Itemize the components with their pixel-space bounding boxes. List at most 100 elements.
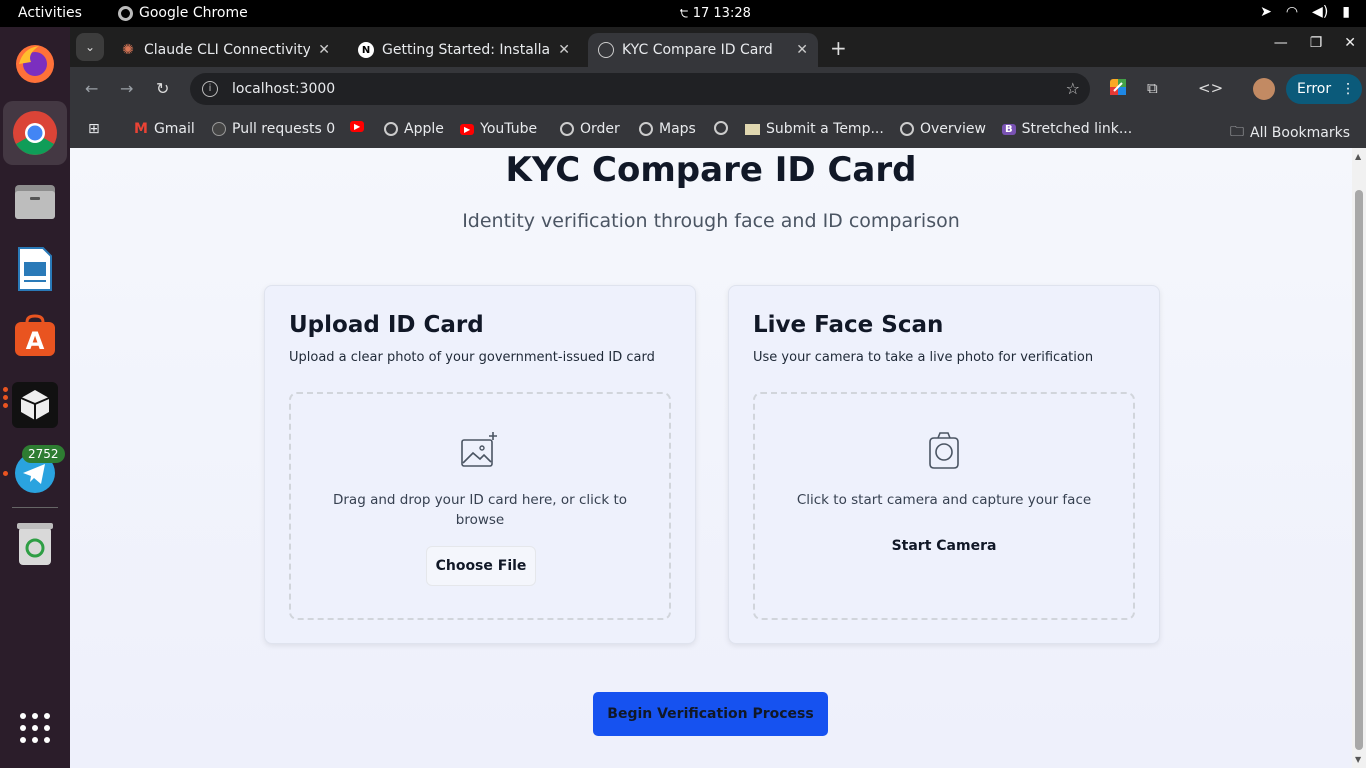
bookmark-globe[interactable]: [714, 121, 734, 135]
tab-search-button[interactable]: ⌄: [76, 33, 104, 61]
reload-icon[interactable]: ↻: [156, 79, 169, 98]
clock[interactable]: ੮ 17 13:28: [680, 6, 751, 21]
globe-icon: [560, 122, 574, 136]
running-indicator: [3, 471, 8, 476]
bookmark-star-icon[interactable]: ☆: [1066, 79, 1080, 98]
bootstrap-icon: B: [1002, 123, 1016, 135]
nextjs-icon: N: [358, 42, 374, 58]
begin-verification-button[interactable]: Begin Verification Process: [593, 692, 828, 736]
trash-icon[interactable]: [11, 520, 59, 568]
battery-icon[interactable]: ▮: [1342, 4, 1350, 20]
app-center-icon[interactable]: A: [11, 312, 59, 360]
error-label: Error: [1297, 81, 1332, 97]
folder-icon: 🗀: [1230, 124, 1244, 140]
claude-icon: ✺: [122, 42, 134, 58]
close-tab-icon[interactable]: ✕: [318, 42, 330, 58]
telegram-unread-badge: 2752: [22, 445, 65, 463]
site-info-icon[interactable]: i: [202, 81, 218, 97]
scroll-down-icon[interactable]: ▼: [1355, 755, 1361, 764]
extensions-icon[interactable]: ⧉: [1147, 79, 1158, 97]
upload-card-heading: Upload ID Card: [289, 312, 484, 338]
bookmark-order[interactable]: Order: [560, 121, 620, 137]
id-card-dropzone[interactable]: Drag and drop your ID card here, or clic…: [289, 392, 671, 620]
youtube-icon: ▶: [350, 121, 365, 132]
tab-claude-cli[interactable]: ✺ Claude CLI Connectivity ✕: [110, 33, 340, 67]
image-add-icon: [461, 432, 497, 467]
system-top-bar: Activities Google Chrome ੮ 17 13:28 ➤ ◠ …: [0, 0, 1366, 27]
active-app-menu[interactable]: Google Chrome: [118, 5, 248, 21]
new-tab-icon[interactable]: +: [830, 36, 847, 60]
chrome-icon[interactable]: [3, 101, 67, 165]
minimize-icon[interactable]: —: [1274, 35, 1288, 51]
running-indicator: [3, 395, 8, 400]
bookmarks-bar: ⊞ M Gmail Pull requests 0 ▶ Apple ▶ YouT…: [70, 111, 1366, 148]
scrollbar-thumb[interactable]: [1355, 190, 1363, 750]
writer-icon[interactable]: [11, 245, 59, 293]
bookmark-pull-requests[interactable]: Pull requests 0: [212, 121, 335, 137]
scroll-up-icon[interactable]: ▲: [1355, 152, 1361, 161]
url-text: localhost:3000: [232, 81, 336, 97]
profile-avatar[interactable]: [1253, 78, 1275, 100]
face-card-heading: Live Face Scan: [753, 312, 944, 338]
window-controls: — ❐ ✕: [1274, 35, 1356, 51]
browser-window: ⌄ ✺ Claude CLI Connectivity ✕ N Getting …: [70, 27, 1366, 148]
camera-icon: [929, 432, 959, 469]
forward-icon[interactable]: →: [120, 79, 133, 98]
tab-title: KYC Compare ID Card: [622, 42, 773, 58]
kebab-menu-icon: ⋮: [1341, 81, 1356, 97]
page-scrollbar[interactable]: ▲ ▼: [1352, 148, 1366, 768]
page-content: KYC Compare ID Card Identity verificatio…: [70, 148, 1352, 768]
globe-icon: [900, 122, 914, 136]
maximize-icon[interactable]: ❐: [1310, 35, 1323, 51]
bookmark-youtube-1[interactable]: ▶: [350, 121, 370, 132]
bookmark-maps[interactable]: Maps: [639, 121, 696, 137]
error-button[interactable]: Error ⋮: [1286, 74, 1362, 104]
browser-toolbar: ← → ↻ i localhost:3000 ☆ ⧉ <> Error ⋮: [70, 67, 1366, 111]
bookmark-overview[interactable]: Overview: [900, 121, 986, 137]
start-camera-button[interactable]: Start Camera: [892, 538, 997, 554]
bookmark-youtube[interactable]: ▶ YouTube: [460, 121, 537, 137]
firefox-icon[interactable]: [11, 40, 59, 88]
address-bar[interactable]: i localhost:3000 ☆: [190, 73, 1090, 105]
globe-icon: [714, 121, 728, 135]
wifi-icon[interactable]: ◠: [1286, 4, 1298, 20]
tab-kyc-compare[interactable]: KYC Compare ID Card ✕: [588, 33, 818, 67]
close-window-icon[interactable]: ✕: [1344, 35, 1356, 51]
activities-button[interactable]: Activities: [18, 5, 82, 21]
close-tab-icon[interactable]: ✕: [796, 42, 808, 58]
bookmark-stretched-link[interactable]: B Stretched link...: [1002, 121, 1132, 137]
tab-getting-started[interactable]: N Getting Started: Installat ✕: [348, 33, 580, 67]
back-icon[interactable]: ←: [85, 79, 98, 98]
color-picker-extension-icon[interactable]: [1110, 79, 1126, 99]
camera-capture-zone[interactable]: Click to start camera and capture your f…: [753, 392, 1135, 620]
show-apps-icon[interactable]: [11, 704, 59, 752]
tab-strip: ⌄ ✺ Claude CLI Connectivity ✕ N Getting …: [70, 27, 1366, 67]
apps-grid-icon[interactable]: ⊞: [88, 121, 100, 137]
telegram-tray-icon[interactable]: ➤: [1260, 4, 1272, 20]
bookmark-submit-template[interactable]: Submit a Temp...: [745, 121, 884, 137]
volume-icon[interactable]: ◀): [1312, 4, 1328, 20]
svg-text:A: A: [26, 327, 45, 355]
page-title: KYC Compare ID Card: [505, 150, 917, 190]
envelope-icon: [745, 123, 760, 135]
all-bookmarks-folder[interactable]: 🗀 All Bookmarks: [1230, 121, 1350, 145]
page-subtitle: Identity verification through face and I…: [462, 210, 960, 232]
active-app-name: Google Chrome: [139, 5, 248, 21]
choose-file-button[interactable]: Choose File: [426, 546, 536, 586]
bookmark-gmail[interactable]: M Gmail: [134, 121, 195, 137]
files-icon[interactable]: [11, 177, 59, 225]
unity-icon[interactable]: [11, 381, 59, 429]
running-indicator: [3, 387, 8, 392]
youtube-icon: ▶: [460, 123, 475, 135]
system-tray[interactable]: ➤ ◠ ◀) ▮: [1260, 4, 1350, 20]
chrome-app-icon: [118, 5, 133, 21]
bookmark-apple[interactable]: Apple: [384, 121, 444, 137]
running-indicator: [3, 403, 8, 408]
github-icon: [212, 122, 226, 136]
upload-id-card: Upload ID Card Upload a clear photo of y…: [264, 285, 696, 644]
code-icon[interactable]: <>: [1198, 79, 1223, 97]
dropzone-instructions: Drag and drop your ID card here, or clic…: [332, 492, 627, 528]
close-tab-icon[interactable]: ✕: [558, 42, 570, 58]
gmail-icon: M: [134, 121, 148, 137]
globe-icon: [384, 122, 398, 136]
